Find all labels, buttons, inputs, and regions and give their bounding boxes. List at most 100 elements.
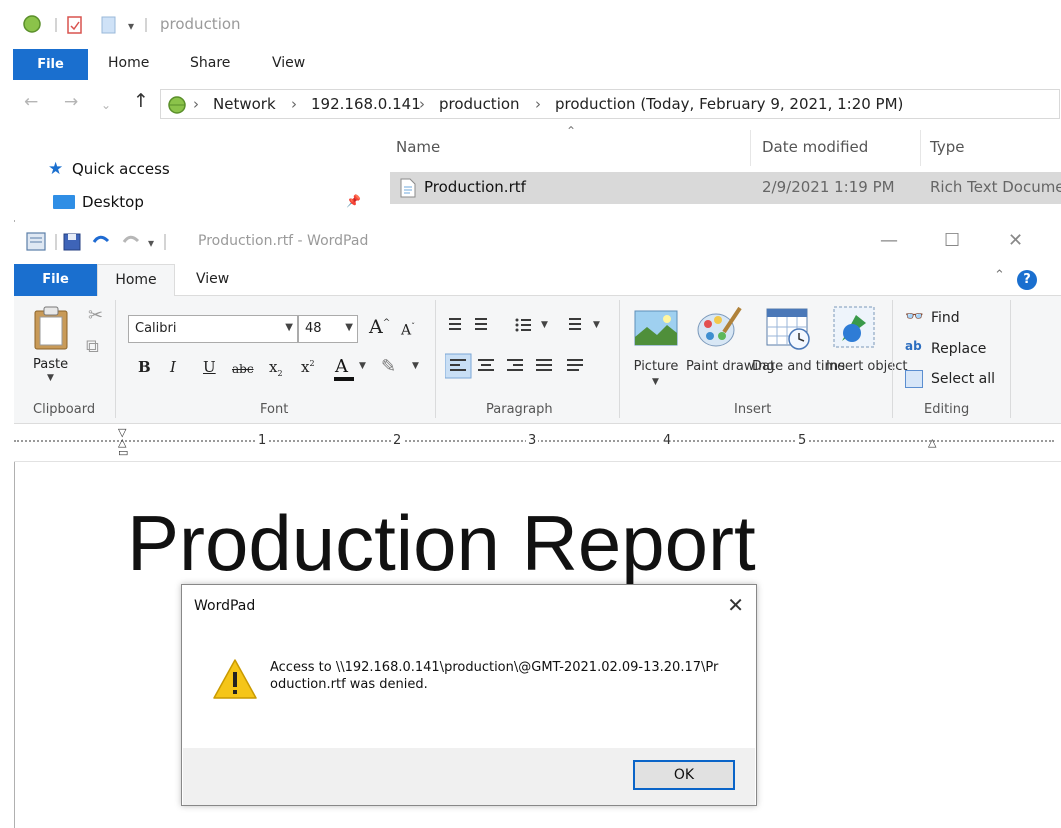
desktop-icon (53, 195, 75, 209)
italic-icon[interactable]: I (170, 358, 176, 376)
ribbon-group-divider (115, 300, 116, 418)
dialog-title: WordPad (194, 598, 256, 614)
paint-drawing-button[interactable]: Paint drawing (686, 358, 775, 375)
dialog-message: Access to \\192.168.0.141\production\@GM… (270, 660, 719, 692)
line-spacing-icon[interactable] (565, 316, 593, 332)
insert-object-button[interactable]: Insert object (826, 358, 907, 375)
chevron-down-icon[interactable]: ▼ (541, 320, 548, 330)
grow-font-icon[interactable]: A^ (369, 316, 390, 338)
breadcrumb-network[interactable]: Network (213, 95, 276, 113)
select-all-icon (905, 370, 923, 388)
wordpad-tab-file[interactable]: File (14, 264, 97, 296)
address-bar[interactable]: › Network › 192.168.0.141 › production ›… (160, 89, 1060, 119)
date-and-time-button[interactable]: Date and time (752, 358, 845, 375)
text-color-icon[interactable]: A (335, 356, 348, 377)
file-type: Rich Text Docume (930, 178, 1061, 196)
underline-icon[interactable]: U (203, 358, 216, 376)
font-family-select[interactable]: Calibri ▼ (128, 315, 298, 343)
breadcrumb-host[interactable]: 192.168.0.141 (311, 95, 421, 113)
align-center-icon[interactable] (476, 354, 500, 378)
increase-indent-icon[interactable] (473, 316, 493, 332)
superscript-icon[interactable]: x2 (301, 358, 315, 376)
paste-button[interactable]: Paste (33, 357, 68, 372)
replace-button[interactable]: Replace (931, 341, 986, 357)
group-label-insert: Insert (734, 402, 772, 417)
svg-text:▾: ▾ (128, 19, 134, 33)
document-heading[interactable]: Production Report (127, 498, 756, 589)
binoculars-icon: 👓 (905, 307, 924, 325)
ruler-number: 4 (661, 433, 674, 448)
wordpad-qat-icons: ▾ (26, 232, 166, 251)
text-color-swatch (334, 377, 354, 381)
align-left-icon[interactable] (445, 354, 471, 378)
recent-locations-chevron-icon[interactable]: ⌄ (101, 98, 111, 112)
copy-icon[interactable]: ⧉ (86, 336, 99, 357)
bold-icon[interactable]: B (138, 358, 151, 376)
minimize-icon[interactable]: — (880, 230, 898, 251)
chevron-down-icon: ▼ (345, 322, 353, 333)
justify-icon[interactable] (534, 354, 558, 378)
close-icon[interactable]: ✕ (1008, 230, 1023, 251)
cut-icon[interactable]: ✂ (88, 305, 103, 326)
breadcrumb-separator: › (193, 95, 199, 113)
breadcrumb-snapshot[interactable]: production (Today, February 9, 2021, 1:2… (555, 95, 903, 113)
chevron-down-icon[interactable]: ▼ (359, 361, 366, 371)
chevron-down-icon[interactable]: ▼ (652, 377, 659, 387)
find-button[interactable]: Find (931, 310, 960, 326)
wordpad-tab-view[interactable]: View (196, 271, 229, 287)
subscript-icon[interactable]: x2 (269, 358, 283, 378)
highlight-icon[interactable]: ✎ (381, 356, 396, 377)
explorer-tab-home[interactable]: Home (108, 55, 149, 71)
paragraph-settings-icon[interactable] (565, 354, 589, 378)
bullets-icon[interactable] (513, 316, 541, 332)
decrease-indent-icon[interactable] (447, 316, 467, 332)
ruler-number: 5 (796, 433, 809, 448)
file-date-modified: 2/9/2021 1:19 PM (762, 178, 895, 196)
pin-icon[interactable]: 📌 (346, 194, 361, 208)
back-arrow-icon[interactable]: ← (24, 92, 38, 112)
chevron-down-icon[interactable]: ▼ (412, 361, 419, 371)
forward-arrow-icon[interactable]: → (64, 92, 78, 112)
column-header-type[interactable]: Type (930, 138, 964, 156)
chevron-down-icon: ▼ (285, 322, 293, 333)
column-divider (750, 130, 751, 166)
ok-button[interactable]: OK (633, 760, 735, 790)
warning-icon (213, 659, 257, 699)
insert-object-icon (833, 306, 875, 348)
picture-button[interactable]: Picture (628, 358, 684, 375)
indent-marker-icon[interactable]: ▽ △ ▭ (118, 427, 128, 458)
font-size-select[interactable]: 48 ▼ (298, 315, 358, 343)
nav-desktop[interactable]: Desktop (82, 193, 144, 211)
right-indent-marker-icon[interactable]: △ (928, 436, 936, 449)
close-icon[interactable]: ✕ (727, 593, 744, 617)
calendar-clock-icon (766, 308, 810, 350)
align-right-icon[interactable] (505, 354, 529, 378)
select-all-button[interactable]: Select all (931, 371, 995, 387)
maximize-icon[interactable]: ☐ (944, 230, 960, 251)
screen: ▾ production File Home Share View ← → ⌄ … (0, 0, 1061, 828)
ruler-number: 2 (391, 433, 404, 448)
collapse-ribbon-icon[interactable]: ⌃ (994, 268, 1005, 283)
explorer-tab-share[interactable]: Share (190, 55, 230, 71)
wordpad-tab-home[interactable]: Home (97, 264, 175, 297)
wordpad-title-bar: ▾ Production.rtf - WordPad — ☐ ✕ (14, 222, 1061, 262)
column-header-name[interactable]: Name (396, 138, 440, 156)
breadcrumb-share[interactable]: production (439, 95, 520, 113)
strikethrough-icon[interactable]: abc (232, 362, 254, 376)
paste-dropdown-icon[interactable]: ▼ (47, 373, 54, 383)
file-name[interactable]: Production.rtf (424, 178, 526, 196)
network-icon (168, 96, 186, 114)
shrink-font-icon[interactable]: Aˇ (401, 322, 415, 339)
nav-quick-access[interactable]: Quick access (72, 160, 170, 178)
up-arrow-icon[interactable]: ↑ (133, 90, 149, 112)
access-denied-dialog: WordPad ✕ Access to \\192.168.0.141\prod… (181, 584, 757, 806)
chevron-down-icon[interactable]: ▼ (593, 320, 600, 330)
explorer-tab-file[interactable]: File (13, 49, 88, 80)
sort-ascending-icon: ⌃ (566, 124, 577, 138)
paste-icon (34, 306, 68, 350)
font-size-value: 48 (305, 321, 322, 336)
help-icon[interactable]: ? (1017, 270, 1037, 290)
group-label-font: Font (260, 402, 289, 417)
column-header-date[interactable]: Date modified (762, 138, 868, 156)
explorer-tab-view[interactable]: View (272, 55, 305, 71)
